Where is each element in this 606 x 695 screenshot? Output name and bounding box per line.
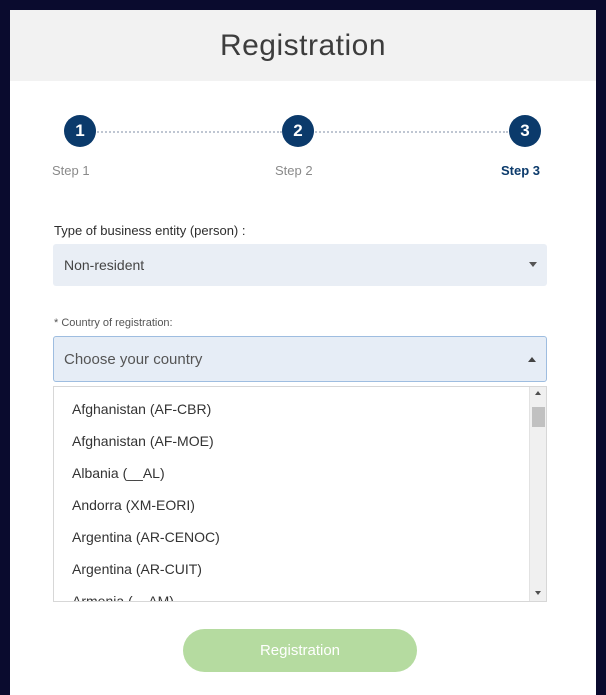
chevron-up-icon [528, 357, 536, 362]
country-option[interactable]: Afghanistan (AF-MOE) [54, 425, 528, 457]
step-3-circle[interactable]: 3 [509, 115, 541, 147]
country-option[interactable]: Armenia (__AM) [54, 585, 528, 601]
country-options-list: Afghanistan (AF-CBR) Afghanistan (AF-MOE… [54, 387, 528, 601]
country-placeholder: Choose your country [64, 350, 203, 368]
country-select[interactable]: Choose your country [53, 336, 547, 382]
scroll-up-icon[interactable] [535, 391, 541, 395]
country-option[interactable]: Albania (__AL) [54, 457, 528, 489]
page-title: Registration [219, 28, 387, 62]
scroll-down-icon[interactable] [535, 591, 541, 595]
chevron-down-icon [529, 262, 537, 267]
country-dropdown: Afghanistan (AF-CBR) Afghanistan (AF-MOE… [53, 386, 547, 602]
page-header: Registration [10, 10, 596, 81]
country-option[interactable]: Argentina (AR-CENOC) [54, 521, 528, 553]
country-label: * Country of registration: [54, 317, 173, 329]
step-1-circle[interactable]: 1 [64, 115, 96, 147]
stepper: 1 2 3 Step 1 Step 2 Step 3 [10, 111, 596, 191]
scroll-thumb[interactable] [532, 407, 545, 427]
country-option[interactable]: Afghanistan (AF-CBR) [54, 393, 528, 425]
country-option[interactable]: Argentina (AR-CUIT) [54, 553, 528, 585]
entity-type-label: Type of business entity (person) : [54, 223, 246, 238]
registration-card: Registration 1 2 3 Step 1 Step 2 Step 3 … [10, 10, 596, 695]
entity-type-value: Non-resident [64, 257, 145, 273]
country-option[interactable]: Andorra (XM-EORI) [54, 489, 528, 521]
dropdown-scrollbar[interactable] [529, 387, 546, 601]
step-3-label: Step 3 [501, 163, 541, 178]
entity-type-select[interactable]: Non-resident [53, 244, 547, 286]
step-1-label: Step 1 [52, 163, 90, 178]
registration-button[interactable]: Registration [183, 629, 417, 672]
step-2-label: Step 2 [275, 163, 313, 178]
step-connector [94, 131, 282, 133]
step-2-circle[interactable]: 2 [282, 115, 314, 147]
step-connector [312, 131, 508, 133]
